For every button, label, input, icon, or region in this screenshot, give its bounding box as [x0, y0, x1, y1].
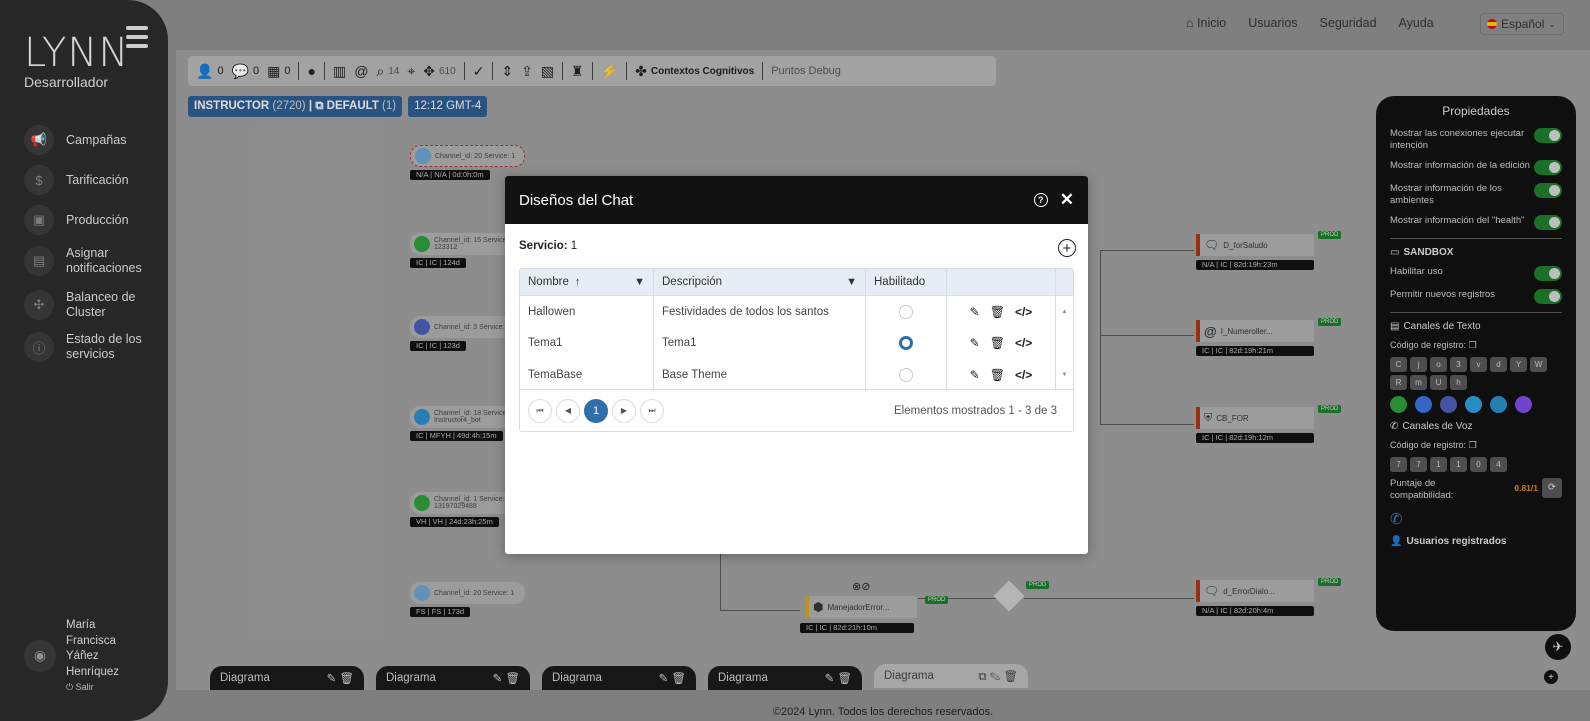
trash-icon[interactable]: 🗑 [990, 368, 1005, 382]
column-label: Descripción [662, 276, 723, 288]
scrollbar[interactable]: ▼ [1056, 359, 1073, 391]
cell-enabled [866, 296, 947, 328]
cell-enabled [866, 327, 947, 359]
column-actions [947, 269, 1056, 295]
chat-designs-modal: Diseños del Chat ? ✕ Servicio: 1 + Nombr… [505, 176, 1088, 554]
close-icon[interactable]: ✕ [1060, 190, 1074, 210]
designs-table: Nombre ↑ ▼ Descripción ▼ Habilitado Hallowe… [519, 268, 1074, 432]
modal-actions: ? ✕ [1033, 190, 1074, 210]
scrollbar-header [1056, 269, 1073, 295]
sort-asc-icon[interactable]: ↑ [575, 276, 581, 288]
cell-name: TemaBase [520, 359, 654, 391]
service-value: 1 [570, 240, 578, 252]
cell-enabled [866, 359, 947, 391]
help-icon[interactable]: ? [1033, 193, 1048, 207]
table-row[interactable]: Hallowen Festividades de todos los santo… [520, 296, 1073, 328]
last-page-button[interactable]: ⏭ [640, 398, 664, 423]
pagination-info: Elementos mostrados 1 - 3 de 3 [894, 404, 1057, 417]
edit-icon[interactable]: ✎ [970, 336, 980, 350]
code-icon[interactable]: </> [1015, 305, 1032, 319]
pagination: ⏮ ◀ 1 ▶ ⏭ Elementos mostrados 1 - 3 de 3 [520, 389, 1073, 431]
trash-icon[interactable]: 🗑 [990, 305, 1005, 319]
enabled-radio[interactable] [899, 304, 913, 319]
trash-icon[interactable]: 🗑 [990, 336, 1005, 350]
cell-description: Tema1 [654, 327, 866, 359]
edit-icon[interactable]: ✎ [970, 305, 980, 319]
modal-title: Diseños del Chat [519, 191, 634, 209]
code-icon[interactable]: </> [1015, 336, 1032, 350]
filter-icon[interactable]: ▼ [634, 276, 645, 288]
table-row[interactable]: Tema1 Tema1 ✎ 🗑 </> [520, 327, 1073, 360]
column-description[interactable]: Descripción ▼ [654, 269, 866, 295]
current-page-button[interactable]: 1 [584, 398, 608, 423]
cell-name: Hallowen [520, 296, 654, 328]
add-design-button[interactable]: + [1058, 239, 1076, 257]
cell-description: Festividades de todos los santos [654, 296, 866, 328]
filter-icon[interactable]: ▼ [846, 276, 857, 288]
column-label: Habilitado [874, 276, 926, 288]
next-page-button[interactable]: ▶ [612, 398, 636, 423]
cell-actions: ✎ 🗑 </> [947, 359, 1056, 391]
enabled-radio[interactable] [899, 336, 913, 351]
cell-description: Base Theme [654, 359, 866, 391]
prev-page-button[interactable]: ◀ [556, 398, 580, 423]
column-label: Nombre [528, 276, 569, 288]
enabled-radio[interactable] [899, 367, 913, 382]
scrollbar[interactable]: ▲ [1056, 296, 1073, 328]
scrollbar[interactable] [1056, 328, 1073, 360]
first-page-button[interactable]: ⏮ [528, 398, 552, 423]
cell-actions: ✎ 🗑 </> [947, 296, 1056, 328]
table-header: Nombre ↑ ▼ Descripción ▼ Habilitado [520, 269, 1073, 296]
service-info: Servicio: 1 [519, 240, 577, 252]
table-row[interactable]: TemaBase Base Theme ✎ 🗑 </> ▼ [520, 359, 1073, 391]
column-enabled[interactable]: Habilitado [866, 269, 947, 295]
code-icon[interactable]: </> [1015, 368, 1032, 382]
service-label: Servicio: [519, 240, 568, 252]
edit-icon[interactable]: ✎ [970, 368, 980, 382]
column-name[interactable]: Nombre ↑ ▼ [520, 269, 654, 295]
cell-name: Tema1 [520, 327, 654, 359]
cell-actions: ✎ 🗑 </> [947, 327, 1056, 359]
modal-header: Diseños del Chat ? ✕ [505, 176, 1088, 224]
